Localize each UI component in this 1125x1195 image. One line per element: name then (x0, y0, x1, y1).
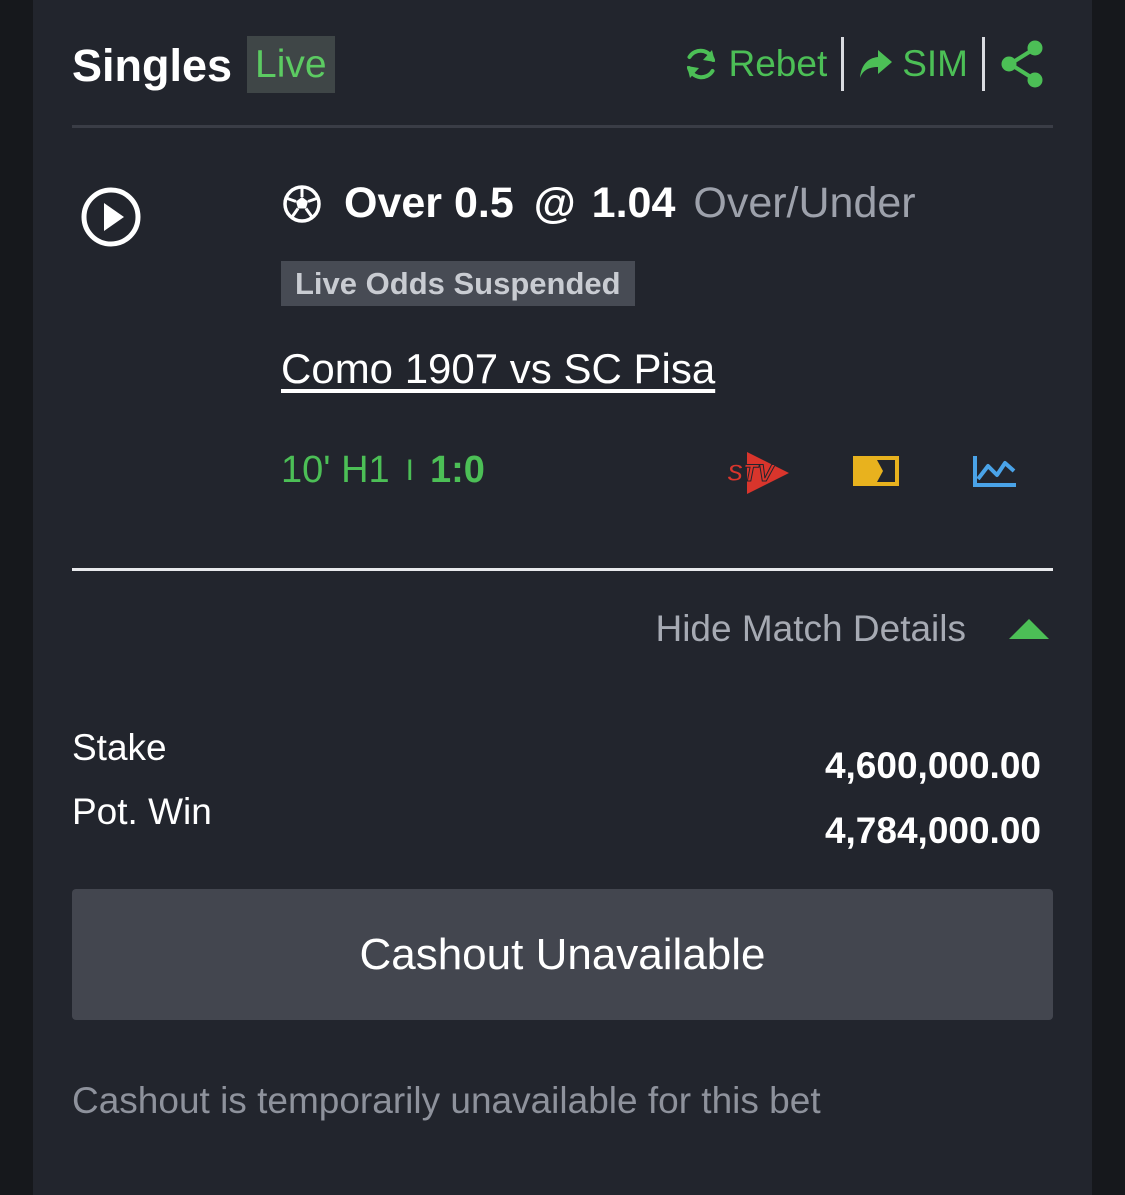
stake-label: Stake (72, 727, 167, 768)
potential-win-value: 4,784,000.00 (824, 810, 1041, 851)
stake-value: 4,600,000.00 (824, 745, 1041, 786)
cashout-button[interactable]: Cashout Unavailable (72, 889, 1053, 1020)
bet-card: Singles Live Rebet SIM Over 0.5 @ 1.04 O… (33, 0, 1092, 1195)
bet-amounts: Stake Pot. Win 4,600,000.00 4,784,000.00… (72, 0, 1053, 1195)
potential-win-label: Pot. Win (72, 791, 212, 832)
cashout-note: Cashout is temporarily unavailable for t… (72, 1080, 821, 1121)
